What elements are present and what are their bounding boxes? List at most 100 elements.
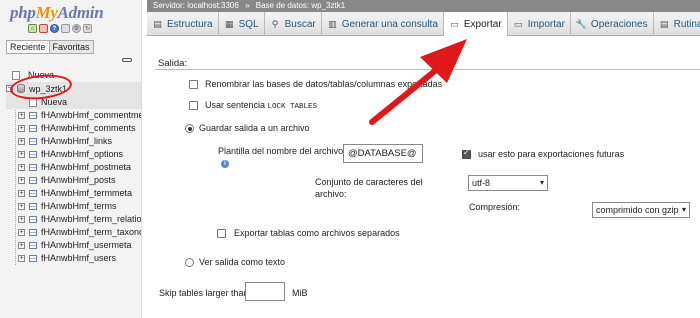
table-name: fHAnwbHmf_users [41,253,117,263]
expand-icon[interactable]: + [18,151,25,158]
table-name: fHAnwbHmf_posts [41,175,116,185]
breadcrumb-database[interactable]: Base de datos: wp_3ztk1 [256,1,345,10]
table-icon [29,255,37,262]
table-icon [29,164,37,171]
phpmyadmin-logo[interactable]: phpMyAdmin [10,3,104,23]
wrench-icon: 🔧 [575,18,588,29]
tree-item-table[interactable]: + fHAnwbHmf_commentmeta [6,109,142,122]
expand-icon[interactable]: + [18,164,25,171]
save-to-file-radio[interactable] [185,124,194,133]
breadcrumb-separator: » [245,1,250,10]
chevron-down-icon: ▾ [681,205,686,214]
expand-icon[interactable]: + [18,255,25,262]
sql-icon: ▦ [224,18,234,29]
structure-icon: ▤ [153,18,162,29]
lock-tables-checkbox[interactable] [189,101,198,110]
tab-operations[interactable]: 🔧 Operaciones [571,12,654,36]
table-name: fHAnwbHmf_postmeta [41,162,132,172]
tree-item-table[interactable]: + fHAnwbHmf_comments [6,122,141,135]
tab-import[interactable]: ▭ Importar [508,12,571,36]
expand-icon[interactable]: + [18,242,25,249]
charset-select[interactable]: utf-8 ▾ [468,175,548,191]
export-options-panel: Salida: Renombrar las bases de datos/tab… [147,36,700,318]
remember-template-checkbox[interactable] [462,149,471,159]
table-icon [29,203,37,210]
tab-structure[interactable]: ▤ Estructura [147,12,219,36]
separate-files-checkbox[interactable] [217,229,226,238]
tree-item-table[interactable]: + fHAnwbHmf_term_relationship [6,213,142,226]
link-with-main-panel-icon[interactable] [122,58,132,62]
help-icon[interactable]: ? [50,24,59,33]
home-icon[interactable]: ⌂ [28,24,37,33]
routines-icon: ▤ [659,18,669,29]
expand-icon[interactable]: + [18,203,25,210]
filename-template-label: Plantilla del nombre del archivo: [218,146,346,156]
chevron-down-icon: ▾ [539,178,544,187]
table-name: fHAnwbHmf_termmeta [41,188,133,198]
expand-icon[interactable]: + [18,138,25,145]
breadcrumb-server[interactable]: Servidor: localhost:3306 [153,1,239,10]
lock-tables-label: Usar sentencia LOCK TABLES [205,100,318,111]
table-icon [29,112,37,119]
expand-icon[interactable]: + [18,229,25,236]
quick-icons: ⌂ ? ⚙ ↻ [28,24,92,33]
tree-item-table[interactable]: + fHAnwbHmf_links [6,135,141,148]
filename-template-input[interactable]: @DATABASE@ [343,144,423,163]
compression-select[interactable]: comprimido con gzip ▾ [592,202,690,218]
table-name: fHAnwbHmf_term_taxonomy [41,227,141,237]
search-icon: ⚲ [271,18,279,29]
rename-checkbox[interactable] [189,80,198,89]
tree-item-table[interactable]: + fHAnwbHmf_options [6,148,141,161]
docs-icon[interactable] [61,24,70,33]
tree-item-table[interactable]: + fHAnwbHmf_usermeta [6,239,141,252]
section-title-output: Salida: [158,58,188,69]
expand-icon[interactable]: + [18,125,25,132]
reload-icon[interactable]: ↻ [83,24,92,33]
table-icon [29,216,37,223]
tab-routines[interactable]: ▤ Rutinas [654,12,700,36]
help-icon[interactable]: i [221,160,229,168]
table-icon [29,229,37,236]
expand-icon[interactable]: + [18,177,25,184]
tree-item-table[interactable]: + fHAnwbHmf_users [6,252,141,265]
expand-icon[interactable]: + [18,112,25,119]
expand-icon[interactable]: + [18,216,25,223]
breadcrumb: Servidor: localhost:3306 » Base de datos… [147,0,700,12]
table-name: fHAnwbHmf_comments [41,123,136,133]
skip-tables-label: Skip tables larger than [159,288,249,298]
tree-item-table[interactable]: + fHAnwbHmf_postmeta [6,161,141,174]
tree-item-table[interactable]: + fHAnwbHmf_posts [6,174,141,187]
tab-query[interactable]: ▥ Generar una consulta [322,12,444,36]
table-icon [29,125,37,132]
table-name: fHAnwbHmf_links [41,136,113,146]
tree-item-table[interactable]: + fHAnwbHmf_termmeta [6,187,141,200]
table-name: fHAnwbHmf_terms [41,201,117,211]
gear-icon[interactable]: ⚙ [72,24,81,33]
charset-label: Conjunto de caracteres del archivo: [315,177,423,199]
remember-template-label: usar esto para exportaciones futuras [478,149,625,159]
tab-export[interactable]: ▭ Exportar [443,12,508,37]
tab-sql[interactable]: ▦ SQL [219,12,265,36]
tab-favorites[interactable]: Favoritas [49,40,94,54]
table-name: fHAnwbHmf_usermeta [41,240,132,250]
tree-item-table[interactable]: + fHAnwbHmf_terms [6,200,141,213]
section-divider [155,69,700,70]
query-icon: ▥ [327,18,337,29]
new-database-icon [12,71,20,80]
table-icon [29,190,37,197]
navigation-panel: phpMyAdmin ⌂ ? ⚙ ↻ Reciente Favoritas Nu… [0,0,142,318]
logout-icon[interactable] [39,24,48,33]
compression-label: Compresión: [469,202,521,212]
table-name: fHAnwbHmf_commentmeta [41,110,142,120]
tab-recent[interactable]: Reciente [6,40,50,54]
view-as-text-label: Ver salida como texto [199,257,286,267]
table-name: fHAnwbHmf_term_relationship [41,214,142,224]
top-tabs: ▤ Estructura ▦ SQL ⚲ Buscar ▥ Generar un… [147,12,700,37]
tab-search[interactable]: ⚲ Buscar [265,12,322,36]
save-to-file-label: Guardar salida a un archivo [199,123,310,133]
view-as-text-radio[interactable] [185,258,194,267]
skip-tables-unit: MiB [292,288,308,298]
expand-icon[interactable]: + [18,190,25,197]
tree-item-table[interactable]: + fHAnwbHmf_term_taxonomy [6,226,141,239]
skip-tables-size-input[interactable] [245,282,285,301]
